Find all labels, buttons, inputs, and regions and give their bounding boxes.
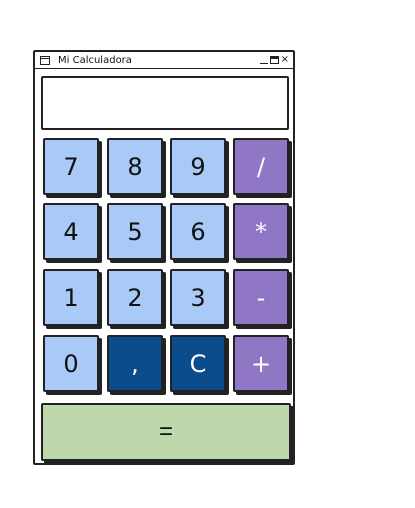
calendar-window-icon — [40, 55, 50, 65]
close-icon[interactable]: × — [281, 55, 289, 65]
key-multiply[interactable]: * — [233, 203, 289, 260]
key-5[interactable]: 5 — [107, 203, 163, 260]
key-7[interactable]: 7 — [43, 138, 99, 195]
minimize-icon[interactable] — [259, 56, 268, 64]
key-clear[interactable]: C — [170, 335, 226, 392]
window-title: Mi Calculadora — [58, 54, 132, 66]
key-4[interactable]: 4 — [43, 203, 99, 260]
key-add[interactable]: + — [233, 335, 289, 392]
calculator-window: Mi Calculadora × 7 8 9 / 4 5 6 * 1 2 3 -… — [33, 50, 295, 465]
key-8[interactable]: 8 — [107, 138, 163, 195]
key-subtract[interactable]: - — [233, 269, 289, 326]
key-0[interactable]: 0 — [43, 335, 99, 392]
title-bar: Mi Calculadora × — [35, 52, 293, 69]
key-3[interactable]: 3 — [170, 269, 226, 326]
key-1[interactable]: 1 — [43, 269, 99, 326]
key-comma[interactable]: , — [107, 335, 163, 392]
result-display — [41, 76, 289, 130]
key-6[interactable]: 6 — [170, 203, 226, 260]
key-9[interactable]: 9 — [170, 138, 226, 195]
key-divide[interactable]: / — [233, 138, 289, 195]
window-controls: × — [259, 55, 289, 65]
maximize-icon[interactable] — [269, 56, 279, 64]
key-2[interactable]: 2 — [107, 269, 163, 326]
equals-button[interactable]: = — [41, 403, 291, 461]
